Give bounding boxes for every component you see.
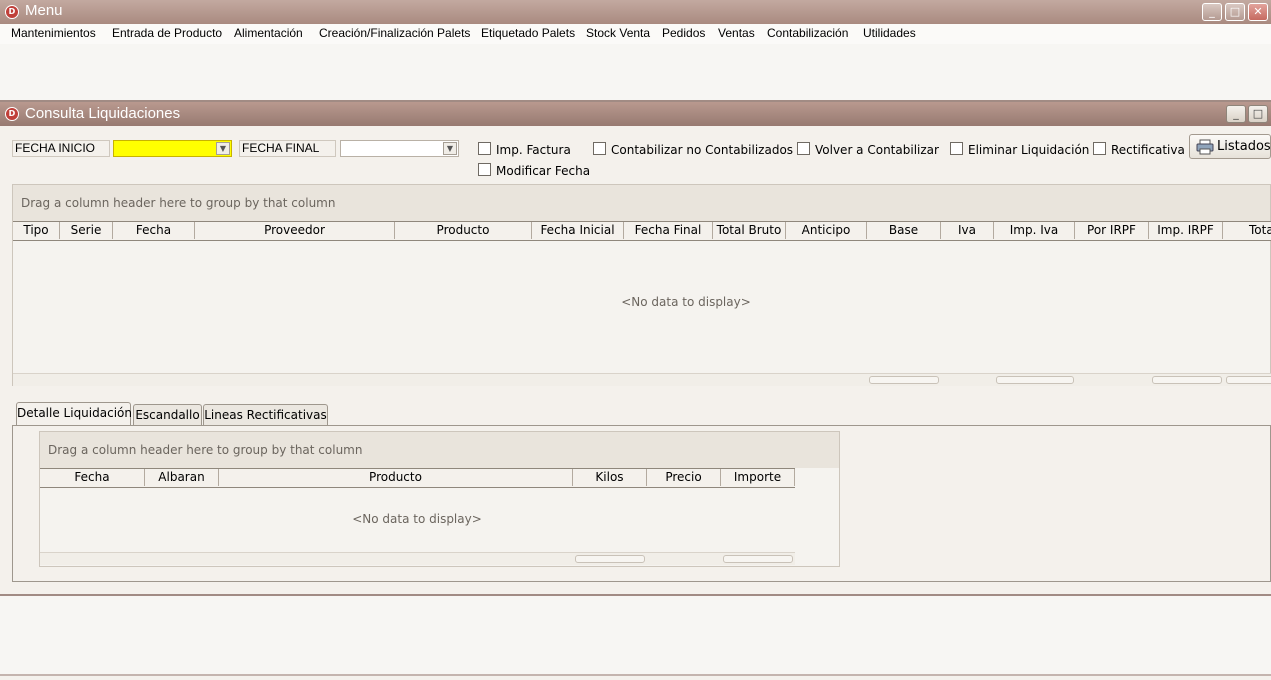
listados-button[interactable]: Listados — [1189, 134, 1271, 159]
modificar-fecha-label: Modificar Fecha — [496, 164, 591, 178]
menu-entrada-producto[interactable]: Entrada de Producto — [112, 26, 222, 40]
liquidaciones-grid[interactable]: Drag a column header here to group by th… — [12, 184, 1271, 386]
menu-etiquetado-palets[interactable]: Etiquetado Palets — [481, 26, 575, 40]
menu-utilidades[interactable]: Utilidades — [863, 26, 916, 40]
col-imp-irpf[interactable]: Imp. IRPF — [1149, 222, 1223, 239]
col-por-irpf[interactable]: Por IRPF — [1075, 222, 1149, 239]
checkbox-box[interactable] — [950, 142, 963, 155]
close-button[interactable]: ✕ — [1248, 3, 1268, 21]
checkbox-box[interactable] — [1093, 142, 1106, 155]
col-fecha[interactable]: Fecha — [40, 469, 145, 486]
tab-panel: Drag a column header here to group by th… — [12, 425, 1271, 582]
menu-ventas[interactable]: Ventas — [718, 26, 755, 40]
col-fecha-final[interactable]: Fecha Final — [624, 222, 713, 239]
scroll-thumb[interactable] — [1152, 376, 1222, 384]
checkbox-box[interactable] — [478, 163, 491, 176]
scroll-thumb[interactable] — [1226, 376, 1271, 384]
col-producto[interactable]: Producto — [219, 469, 573, 486]
child-window-title: Consulta Liquidaciones — [25, 105, 181, 122]
fecha-inicio-label: FECHA INICIO — [12, 140, 110, 157]
col-total-bruto[interactable]: Total Bruto — [713, 222, 786, 239]
group-by-panel[interactable]: Drag a column header here to group by th… — [40, 432, 839, 468]
menu-pedidos[interactable]: Pedidos — [662, 26, 705, 40]
imp-factura-label: Imp. Factura — [496, 143, 571, 157]
tab-detalle-liquidacion[interactable]: Detalle Liquidación — [16, 402, 132, 426]
child-maximize-button[interactable]: □ — [1248, 105, 1268, 123]
volver-contabilizar-label: Volver a Contabilizar — [815, 143, 939, 157]
rectificativa-checkbox[interactable]: Rectificativa — [1093, 142, 1185, 157]
col-base[interactable]: Base — [867, 222, 941, 239]
app-logo-icon: D — [5, 5, 19, 19]
eliminar-liquidacion-label: Eliminar Liquidación — [968, 143, 1090, 157]
chevron-down-icon[interactable]: ▼ — [443, 142, 457, 155]
volver-contabilizar-checkbox[interactable]: Volver a Contabilizar — [797, 142, 939, 157]
contabilizar-checkbox[interactable]: Contabilizar no Contabilizados — [593, 142, 793, 157]
scroll-thumb[interactable] — [575, 555, 645, 563]
child-window-title-bar: D Consulta Liquidaciones _ □ — [0, 102, 1271, 126]
col-producto[interactable]: Producto — [395, 222, 532, 239]
col-tipo[interactable]: Tipo — [13, 222, 60, 239]
col-anticipo[interactable]: Anticipo — [786, 222, 867, 239]
minimize-button[interactable]: _ — [1202, 3, 1222, 21]
fecha-final-combo[interactable]: ▼ — [340, 140, 459, 157]
grid-header-row: Tipo Serie Fecha Proveedor Producto Fech… — [13, 221, 1271, 241]
menu-contabilizacion[interactable]: Contabilización — [767, 26, 848, 40]
menu-alimentacion[interactable]: Alimentación — [234, 26, 303, 40]
maximize-button[interactable]: □ — [1225, 3, 1245, 21]
menu-creacion-palets[interactable]: Creación/Finalización Palets — [319, 26, 470, 40]
group-by-panel[interactable]: Drag a column header here to group by th… — [13, 185, 1270, 221]
col-fecha-inicial[interactable]: Fecha Inicial — [532, 222, 624, 239]
fecha-inicio-combo[interactable]: ▼ — [113, 140, 232, 157]
col-iva[interactable]: Iva — [941, 222, 994, 239]
checkbox-box[interactable] — [797, 142, 810, 155]
no-data-message: <No data to display> — [352, 512, 482, 526]
col-proveedor[interactable]: Proveedor — [195, 222, 395, 239]
rectificativa-label: Rectificativa — [1111, 143, 1185, 157]
col-importe[interactable]: Importe — [721, 469, 795, 486]
scroll-thumb[interactable] — [723, 555, 793, 563]
fecha-final-label: FECHA FINAL — [239, 140, 336, 157]
app-title-bar: D Menu _ □ ✕ — [0, 0, 1271, 24]
col-total[interactable]: Tota — [1223, 222, 1271, 239]
col-imp-iva[interactable]: Imp. Iva — [994, 222, 1075, 239]
listados-label: Listados — [1217, 139, 1271, 154]
menu-toolbar-area — [0, 44, 1271, 102]
col-kilos[interactable]: Kilos — [573, 469, 647, 486]
status-bar — [0, 594, 1271, 676]
col-precio[interactable]: Precio — [647, 469, 721, 486]
col-fecha[interactable]: Fecha — [113, 222, 195, 239]
eliminar-liquidacion-checkbox[interactable]: Eliminar Liquidación — [950, 142, 1089, 157]
child-minimize-button[interactable]: _ — [1226, 105, 1246, 123]
child-logo-icon: D — [5, 107, 19, 121]
detail-header-row: Fecha Albaran Producto Kilos Precio Impo… — [40, 468, 795, 488]
imp-factura-checkbox[interactable]: Imp. Factura — [478, 142, 571, 157]
scroll-thumb[interactable] — [996, 376, 1074, 384]
chevron-down-icon[interactable]: ▼ — [216, 142, 230, 155]
checkbox-box[interactable] — [593, 142, 606, 155]
contabilizar-label: Contabilizar no Contabilizados — [611, 143, 794, 157]
horizontal-scrollbar[interactable] — [13, 373, 1271, 386]
no-data-message: <No data to display> — [621, 295, 751, 309]
horizontal-scrollbar[interactable] — [40, 552, 795, 565]
col-albaran[interactable]: Albaran — [145, 469, 219, 486]
tab-escandallo[interactable]: Escandallo — [133, 404, 202, 426]
detalle-grid[interactable]: Drag a column header here to group by th… — [39, 431, 840, 567]
printer-icon — [1196, 139, 1214, 155]
tab-lineas-rectificativas[interactable]: Lineas Rectificativas — [203, 404, 328, 426]
checkbox-box[interactable] — [478, 142, 491, 155]
scroll-thumb[interactable] — [869, 376, 939, 384]
menu-stock-venta[interactable]: Stock Venta — [586, 26, 650, 40]
col-serie[interactable]: Serie — [60, 222, 113, 239]
child-window-body: FECHA INICIO ▼ FECHA FINAL ▼ Imp. Factur… — [0, 126, 1271, 594]
modificar-fecha-checkbox[interactable]: Modificar Fecha — [478, 163, 590, 178]
app-title: Menu — [25, 2, 63, 19]
menu-mantenimientos[interactable]: Mantenimientos — [11, 26, 96, 40]
menu-bar: Mantenimientos Entrada de Producto Alime… — [0, 24, 1271, 44]
